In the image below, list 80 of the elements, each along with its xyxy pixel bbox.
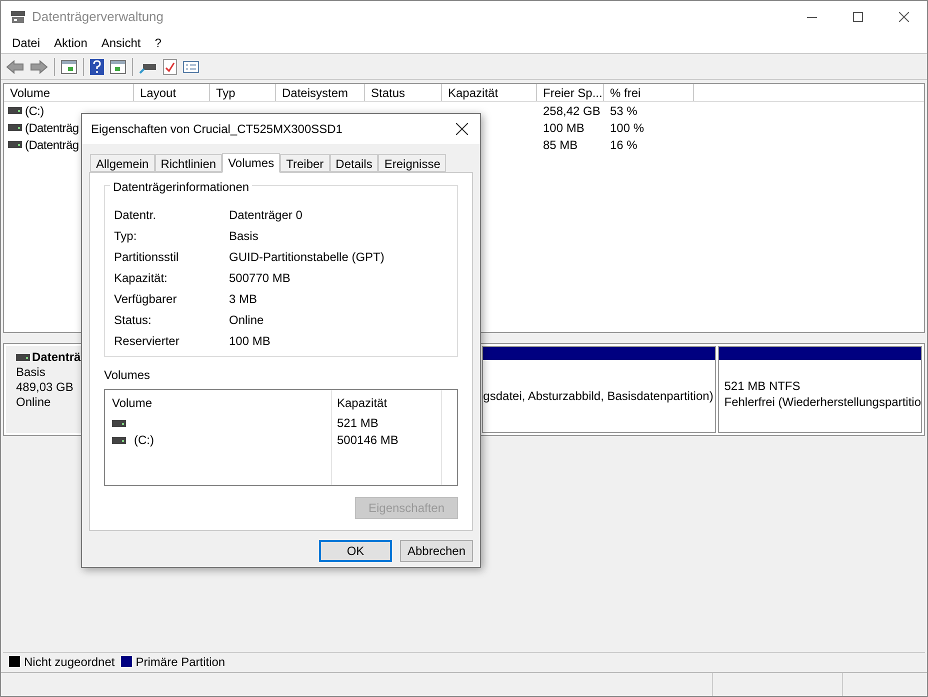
tab[interactable]: Ereignisse	[378, 154, 446, 172]
section-label: Volumes	[104, 367, 152, 384]
list-icon[interactable]	[183, 60, 199, 72]
info-value: 500770 MB	[229, 270, 290, 286]
column-header: Kapazität	[337, 395, 388, 412]
tab[interactable]: Details	[330, 154, 378, 172]
column-header[interactable]: Kapazität	[442, 84, 537, 101]
drive-icon	[8, 107, 22, 114]
info-label: Reservierter	[114, 332, 180, 350]
info-value: Datenträger 0	[229, 206, 302, 224]
dialog-title: Eigenschaften von Crucial_CT525MX300SSD1	[91, 121, 342, 138]
info-value: Basis	[229, 228, 258, 244]
disk-size: 489,03 GB	[16, 380, 74, 395]
info-label: Status:	[114, 312, 152, 328]
partition-text: gsdatei, Absturzabbild, Basisdatenpartition)	[483, 388, 714, 404]
column-header[interactable]: Dateisystem	[276, 84, 365, 101]
column-header[interactable]: Status	[365, 84, 442, 101]
checklist-icon[interactable]	[163, 58, 177, 74]
column-header[interactable]: Layout	[134, 84, 210, 101]
info-value: 100 MB	[229, 332, 270, 350]
volume-capacity: 521 MB	[337, 415, 380, 432]
disk-name: Datenträ	[32, 350, 81, 365]
table-cell: 100 %	[610, 120, 644, 134]
info-value: GUID-Partitionstabelle (GPT)	[229, 248, 384, 266]
table-cell: 258,42 GB	[543, 104, 600, 118]
tab[interactable]: Richtlinien	[154, 154, 222, 172]
drive-icon	[8, 124, 22, 131]
panel-icon[interactable]	[61, 60, 77, 74]
drive-icon	[16, 354, 30, 361]
partition-text: Fehlerfrei (Wiederherstellungspartitio	[724, 394, 921, 410]
column-header[interactable]: Freier Sp...	[537, 84, 604, 101]
partition-block[interactable]: gsdatei, Absturzabbild, Basisdatenpartition)	[482, 346, 716, 433]
drive-icon	[112, 420, 126, 427]
partition-text: 521 MB NTFS	[724, 378, 802, 394]
column-header[interactable]: % frei	[604, 84, 694, 101]
info-label: Verfügbarer	[114, 290, 178, 308]
legend-label: Nicht zugeordnet	[24, 654, 115, 670]
back-arrow-icon[interactable]	[6, 60, 24, 74]
menu-item[interactable]: ?	[148, 34, 168, 52]
info-label: Partitionsstil	[114, 248, 180, 266]
column-header: Volume	[112, 395, 154, 412]
dialog-button[interactable]: Abbrechen	[400, 540, 473, 562]
legend-label: Primäre Partition	[136, 654, 226, 670]
volume-capacity: 500146 MB	[337, 432, 400, 449]
disk-type: Basis	[16, 365, 46, 380]
info-label: Kapazität:	[114, 270, 168, 286]
panel-icon[interactable]	[110, 60, 126, 74]
close-icon	[456, 123, 468, 135]
drive-icon	[112, 437, 126, 444]
menu-item[interactable]: Datei	[5, 34, 48, 52]
table-cell: 16 %	[610, 138, 638, 152]
tab[interactable]: Allgemein	[90, 154, 155, 172]
info-label: Typ:	[114, 228, 138, 244]
info-label: Datentr.	[114, 206, 158, 224]
column-header[interactable]: Typ	[210, 84, 276, 101]
tab[interactable]: Volumes	[222, 153, 280, 173]
info-value: 3 MB	[229, 290, 258, 308]
table-cell: 100 MB	[543, 120, 584, 134]
minimize-icon	[807, 16, 817, 18]
menu-item[interactable]: Aktion	[47, 34, 94, 52]
column-header[interactable]: Volume	[4, 84, 134, 101]
table-cell-text: (Datenträg	[25, 120, 79, 136]
table-cell: 85 MB	[543, 138, 578, 152]
volume-name: (C:)	[134, 432, 154, 449]
forward-arrow-icon[interactable]	[30, 60, 48, 74]
maximize-icon	[853, 12, 863, 22]
dialog-button[interactable]: OK	[319, 540, 392, 562]
table-cell-text: (C:)	[25, 102, 44, 120]
disk-management-icon	[10, 10, 26, 24]
table-cell: 53 %	[610, 104, 638, 118]
table-cell-text: (Datenträg	[25, 136, 79, 154]
tab[interactable]: Treiber	[280, 154, 330, 172]
help-icon[interactable]	[90, 58, 104, 74]
window-title: Datenträgerverwaltung	[32, 8, 164, 26]
info-value: Online	[229, 312, 264, 328]
drive-icon	[8, 141, 22, 148]
partition-block[interactable]: 521 MB NTFS Fehlerfrei (Wiederherstellungspartitio	[718, 346, 922, 433]
close-icon	[899, 12, 909, 22]
disk-state: Online	[16, 395, 51, 410]
menu-item[interactable]: Ansicht	[94, 34, 148, 52]
